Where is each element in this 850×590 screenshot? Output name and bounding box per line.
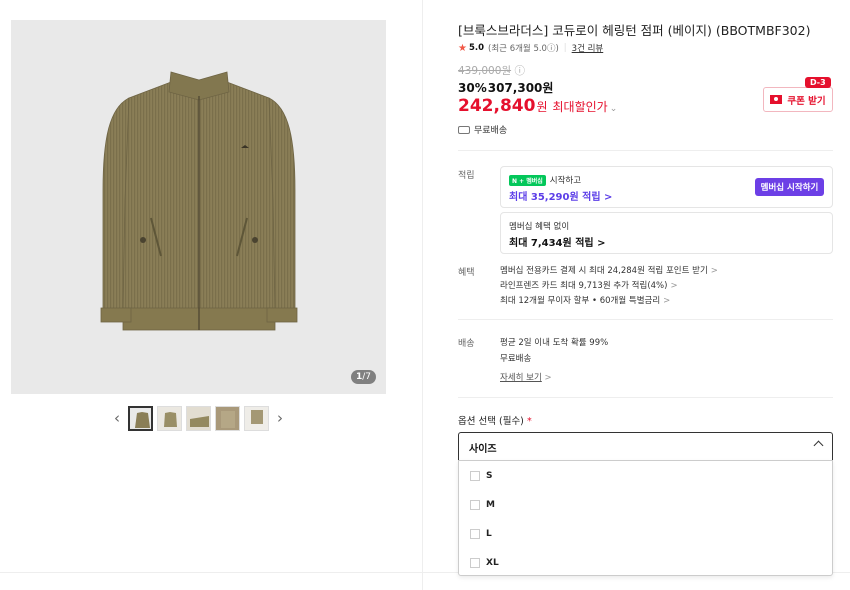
- discount-percent: 30%: [458, 81, 487, 95]
- thumbnail-3[interactable]: [186, 405, 211, 431]
- rating-score: 5.0: [468, 43, 485, 53]
- discounted-price: 307,300원: [487, 81, 554, 95]
- option-label: 옵션 선택 (필수) *: [458, 416, 532, 427]
- benefit-item-2[interactable]: 라인프렌즈 카드 최대 9,713원 추가 적립(4%) >: [500, 279, 678, 291]
- final-price-unit: 원: [536, 100, 548, 114]
- thumbnail-1[interactable]: [128, 405, 153, 431]
- naver-membership-badge: N + 멤버십: [509, 174, 546, 186]
- jacket-illustration: [100, 71, 298, 331]
- rating-recent: (최근 6개월 5.0ⓘ): [488, 44, 559, 54]
- benefit-item-1[interactable]: 멤버십 전용카드 결제 시 최대 24,284원 적립 포인트 받기 >: [500, 264, 718, 276]
- product-main-image[interactable]: 1/7: [11, 20, 386, 394]
- discount-row: 30%307,300원: [458, 79, 553, 96]
- thumbnail-2[interactable]: [157, 405, 182, 431]
- size-option-xl[interactable]: XL: [459, 548, 832, 577]
- max-discount-label: 최대할인가: [552, 100, 608, 114]
- chevron-right-icon: >: [544, 373, 552, 383]
- section-divider: [458, 150, 833, 151]
- review-count-link[interactable]: 3건 리뷰: [572, 42, 604, 54]
- final-price-row[interactable]: 242,840 원 최대할인가 ⌄: [458, 96, 617, 116]
- thumbnail-4[interactable]: [215, 405, 240, 431]
- benefits-section-label: 혜택: [458, 268, 475, 278]
- rating-row: ★ 5.0 (최근 6개월 5.0ⓘ) | 3건 리뷰: [458, 42, 604, 55]
- thumbnail-strip: ‹ ›: [110, 404, 290, 432]
- chevron-right-icon: >: [663, 296, 671, 306]
- coupon-dday-badge: D-3: [805, 77, 831, 88]
- final-price: 242,840: [458, 96, 536, 116]
- points-section-label: 적립: [458, 171, 475, 181]
- thumbnail-5[interactable]: [244, 405, 269, 431]
- section-divider: [458, 397, 833, 398]
- size-select[interactable]: 사이즈: [458, 432, 833, 460]
- chevron-right-icon: >: [670, 281, 678, 291]
- coupon-icon: [770, 95, 783, 104]
- free-shipping: 무료배송: [458, 123, 507, 136]
- membership-max-points[interactable]: 최대 35,290원 적립 >: [509, 188, 612, 203]
- original-price: 439,000원 ⓘ: [458, 65, 525, 77]
- image-counter: 1/7: [350, 370, 376, 384]
- star-icon: ★: [458, 42, 467, 54]
- delivery-arrival-rate: 평균 2일 이내 도착 확률 99%: [500, 338, 609, 348]
- membership-line: 시작하고: [549, 176, 582, 186]
- delivery-free: 무료배송: [500, 354, 532, 364]
- size-dropdown: S M L XL: [458, 460, 833, 576]
- size-option-l[interactable]: L: [459, 519, 832, 548]
- thumb-next-icon[interactable]: ›: [273, 405, 287, 431]
- checkbox[interactable]: [470, 470, 480, 481]
- size-option-s[interactable]: S: [459, 461, 832, 490]
- thumb-prev-icon[interactable]: ‹: [110, 405, 124, 431]
- size-select-value: 사이즈: [469, 444, 497, 455]
- product-title: [브룩스브라더스] 코듀로이 헤링턴 점퍼 (베이지) (BBOTMBF302): [458, 23, 811, 38]
- chevron-down-icon: ⌄: [609, 104, 618, 114]
- delivery-details-link[interactable]: 자세히 보기 >: [500, 371, 552, 383]
- benefit-item-3[interactable]: 최대 12개월 무이자 할부 • 60개월 특별금리 >: [500, 294, 670, 306]
- coupon-label: 쿠폰 받기: [787, 95, 826, 107]
- start-membership-button[interactable]: 멤버십 시작하기: [755, 178, 824, 196]
- section-divider: [458, 319, 833, 320]
- info-icon[interactable]: ⓘ: [514, 65, 525, 77]
- chevron-up-icon: [813, 440, 824, 451]
- rating-separator: |: [563, 43, 567, 53]
- chevron-right-icon: >: [710, 266, 718, 276]
- checkbox[interactable]: [470, 528, 480, 539]
- delivery-section-label: 배송: [458, 339, 475, 349]
- no-membership-points-box: 멤버십 혜택 없이 최대 7,434원 적립 >: [500, 212, 833, 254]
- checkbox[interactable]: [470, 557, 480, 568]
- required-mark: *: [526, 416, 532, 427]
- size-option-m[interactable]: M: [459, 490, 832, 519]
- coupon-button[interactable]: 쿠폰 받기: [763, 87, 833, 112]
- checkbox[interactable]: [470, 499, 480, 510]
- column-divider: [422, 0, 423, 590]
- no-membership-line: 멤버십 혜택 없이: [509, 222, 570, 232]
- truck-icon: [458, 125, 470, 134]
- no-membership-max-points[interactable]: 최대 7,434원 적립 >: [509, 234, 605, 249]
